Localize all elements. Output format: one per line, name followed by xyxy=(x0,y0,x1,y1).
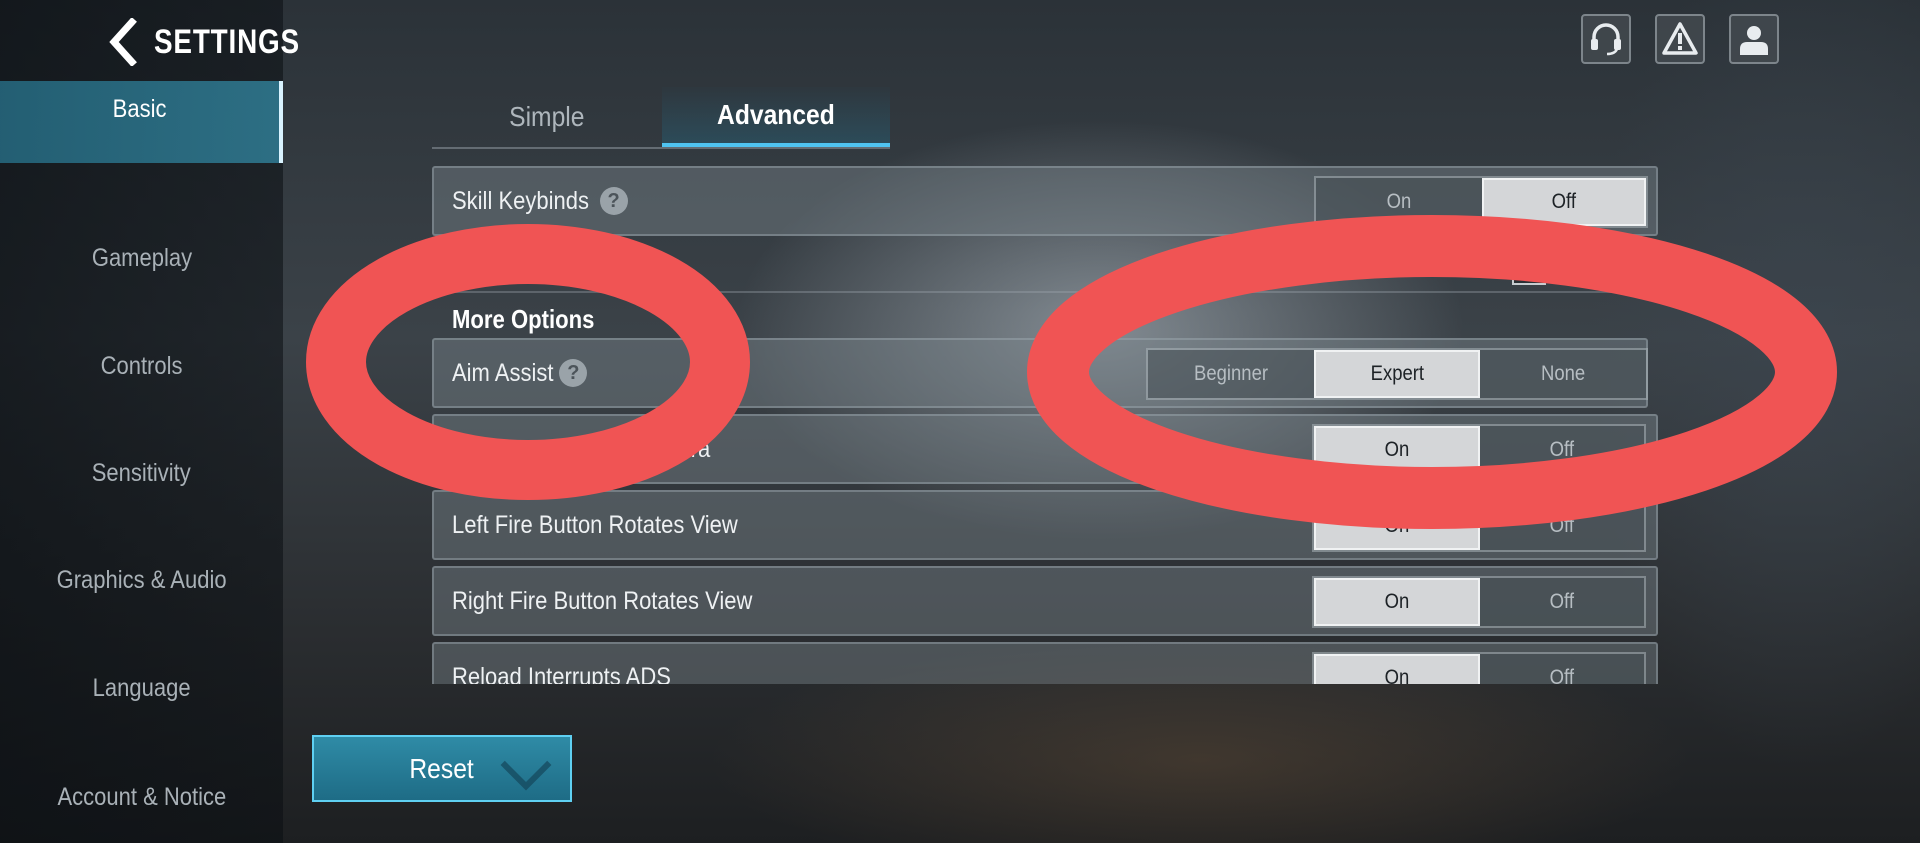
top-icon-bar xyxy=(1581,14,1779,64)
option-on[interactable]: On xyxy=(1314,654,1480,684)
title-row: SETTINGS xyxy=(108,18,332,66)
option-none[interactable]: None xyxy=(1480,350,1646,398)
option-off[interactable]: Off xyxy=(1480,502,1644,550)
right-fire-toggle: On Off xyxy=(1312,576,1646,628)
profile-icon xyxy=(1740,26,1768,55)
settings-tabs: Simple Advanced xyxy=(432,87,890,149)
aim-assist-selector: Beginner Expert None xyxy=(1146,348,1648,400)
section-accent-bar xyxy=(438,255,442,281)
back-arrow-icon[interactable] xyxy=(108,18,138,66)
option-on[interactable]: On xyxy=(1314,426,1480,474)
option-beginner[interactable]: Beginner xyxy=(1148,350,1314,398)
sidebar-item-gameplay[interactable]: Gameplay xyxy=(0,218,283,298)
sidebar-item-controls[interactable]: Controls xyxy=(0,326,283,406)
setting-label: Right Fire Button Rotates View xyxy=(452,586,753,615)
sidebar-item-basic[interactable]: Basic xyxy=(0,81,283,163)
setting-row-left-fire: Left Fire Button Rotates View On Off xyxy=(432,490,1658,560)
customer-support-button[interactable] xyxy=(1581,14,1631,64)
section-title: More Options xyxy=(452,304,595,334)
setting-label: Reload Interrupts ADS xyxy=(452,662,671,685)
profile-button[interactable] xyxy=(1729,14,1779,64)
setting-row-right-fire: Right Fire Button Rotates View On Off xyxy=(432,566,1658,636)
sidebar-item-graphics-audio[interactable]: Graphics & Audio xyxy=(0,540,283,620)
option-off[interactable]: Off xyxy=(1480,426,1644,474)
reset-button[interactable]: Reset xyxy=(312,735,572,802)
settings-list: Skill Keybinds ? On Off Weapon Custom Fi… xyxy=(432,166,1660,684)
setting-row-camera: Camera On Off xyxy=(432,414,1658,484)
page-title: SETTINGS xyxy=(154,22,300,61)
setting-row-aim-assist: Aim Assist ? Beginner Expert None xyxy=(432,338,1648,408)
help-icon[interactable]: ? xyxy=(599,187,628,215)
sidebar-item-sensitivity[interactable]: Sensitivity xyxy=(0,433,283,513)
setting-label: Aim Assist xyxy=(452,358,554,387)
report-button[interactable] xyxy=(1655,14,1705,64)
option-on[interactable]: On xyxy=(1314,502,1480,550)
section-more-options: More Options xyxy=(432,294,1658,344)
option-off[interactable]: Off xyxy=(1480,578,1644,626)
option-expert[interactable]: Expert xyxy=(1314,350,1480,398)
reload-ads-toggle: On Off xyxy=(1312,652,1646,684)
option-off[interactable]: Off xyxy=(1480,654,1644,684)
custom-checkbox[interactable] xyxy=(1512,251,1546,285)
tab-advanced[interactable]: Advanced xyxy=(662,87,890,147)
headset-icon xyxy=(1591,23,1621,56)
skill-keybinds-toggle: On Off xyxy=(1314,176,1648,228)
option-off[interactable]: Off xyxy=(1482,178,1646,226)
left-fire-toggle: On Off xyxy=(1312,500,1646,552)
setting-label: Camera xyxy=(632,434,711,463)
setting-row-reload-ads: Reload Interrupts ADS On Off xyxy=(432,642,1658,684)
sidebar-item-account-notice[interactable]: Account & Notice xyxy=(0,757,283,837)
setting-label: Left Fire Button Rotates View xyxy=(452,510,738,539)
option-on[interactable]: On xyxy=(1316,178,1482,226)
sidebar: SETTINGS Basic Gameplay Controls Sensiti… xyxy=(0,0,299,843)
tab-simple[interactable]: Simple xyxy=(432,87,662,147)
warning-icon xyxy=(1662,22,1698,55)
help-icon[interactable]: ? xyxy=(559,359,588,387)
option-on[interactable]: On xyxy=(1314,578,1480,626)
setting-label: Skill Keybinds xyxy=(452,186,589,215)
section-title: Weapon Custom Fire xyxy=(452,249,673,279)
camera-toggle: On Off xyxy=(1312,424,1646,476)
custom-label: Custom xyxy=(1571,255,1632,277)
sidebar-item-language[interactable]: Language xyxy=(0,648,283,728)
section-weapon-custom-fire: Weapon Custom Fire Custom xyxy=(432,241,1658,293)
setting-row-skill-keybinds: Skill Keybinds ? On Off xyxy=(432,166,1658,236)
